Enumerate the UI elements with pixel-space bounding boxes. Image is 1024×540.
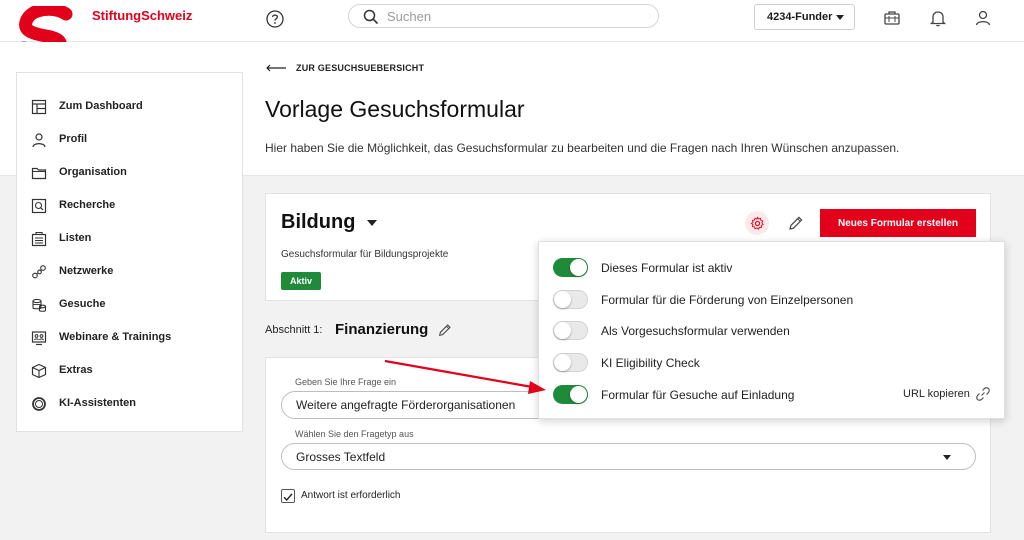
sidebar-item-ki-assistenten[interactable]: KI-Assistenten xyxy=(17,390,244,418)
sidebar-item-label: Organisation xyxy=(59,166,127,178)
page-description: Hier haben Sie die Möglichkeit, das Gesu… xyxy=(265,141,900,155)
user-icon xyxy=(32,133,46,148)
network-icon xyxy=(32,265,46,279)
sidebar-item-organisation[interactable]: Organisation xyxy=(17,159,244,187)
search-document-icon xyxy=(31,198,47,214)
account-selector[interactable]: 4234-Funder xyxy=(754,4,855,30)
setting-row-ki-check: KI Eligibility Check xyxy=(539,346,1006,376)
arrow-left-icon xyxy=(266,64,286,72)
sidebar-item-webinare[interactable]: Webinare & Trainings xyxy=(17,324,244,352)
sidebar-item-label: Webinare & Trainings xyxy=(59,331,172,343)
setting-label: Formular für Gesuche auf Einladung xyxy=(601,388,795,402)
setting-row-preapplication: Als Vorgesuchsformular verwenden xyxy=(539,314,1006,344)
edit-pencil-icon[interactable] xyxy=(787,214,805,232)
search-input[interactable] xyxy=(387,7,647,25)
required-checkbox-label: Antwort ist erforderlich xyxy=(301,490,401,501)
back-link[interactable]: ZUR GESUCHSUEBERSICHT xyxy=(265,63,424,73)
coins-icon xyxy=(32,298,47,312)
sidebar-item-label: Extras xyxy=(59,364,93,376)
setting-label: Dieses Formular ist aktiv xyxy=(601,261,733,275)
form-settings-panel: Dieses Formular ist aktiv Formular für d… xyxy=(538,241,1005,419)
section-prefix: Abschnitt 1: xyxy=(265,324,323,336)
link-icon[interactable] xyxy=(975,386,991,402)
checkmark-icon xyxy=(283,493,293,502)
toggle-preapplication[interactable] xyxy=(553,321,588,340)
user-icon[interactable] xyxy=(973,8,993,28)
sidebar-item-label: Gesuche xyxy=(59,298,106,310)
edit-pencil-icon[interactable] xyxy=(437,322,453,338)
question-input-value: Weitere angefragte Förderorganisationen xyxy=(296,398,516,412)
account-label: 4234-Funder xyxy=(767,11,833,23)
sidebar: Zum Dashboard Profil Organisation Recher… xyxy=(16,72,243,432)
sidebar-item-netzwerke[interactable]: Netzwerke xyxy=(17,258,244,286)
sidebar-item-label: Zum Dashboard xyxy=(59,100,143,112)
annotation-arrow-icon xyxy=(384,359,546,394)
webinar-icon xyxy=(31,331,47,346)
toggle-invitation[interactable] xyxy=(553,385,588,404)
setting-row-individuals: Formular für die Förderung von Einzelper… xyxy=(539,283,1006,313)
form-subtitle: Gesuchsformular für Bildungsprojekte xyxy=(281,249,449,260)
briefcase-icon[interactable] xyxy=(882,8,902,28)
search-bar[interactable] xyxy=(348,4,659,28)
back-link-label: ZUR GESUCHSUEBERSICHT xyxy=(296,63,425,73)
sidebar-item-label: Listen xyxy=(59,232,92,244)
copy-url-button[interactable]: URL kopieren xyxy=(903,388,970,400)
required-checkbox[interactable] xyxy=(281,489,295,503)
toggle-form-active[interactable] xyxy=(553,258,588,277)
setting-label: KI Eligibility Check xyxy=(601,356,700,370)
sidebar-item-label: Recherche xyxy=(59,199,116,211)
question-type-value: Grosses Textfeld xyxy=(296,449,386,464)
settings-button[interactable] xyxy=(745,211,769,235)
folder-icon xyxy=(31,167,47,180)
toggle-ki-eligibility[interactable] xyxy=(553,353,588,372)
setting-row-invitation: Formular für Gesuche auf Einladung URL k… xyxy=(539,378,1006,408)
setting-row-active: Dieses Formular ist aktiv xyxy=(539,251,1006,281)
bell-icon[interactable] xyxy=(928,8,948,28)
list-icon xyxy=(31,231,47,247)
page-title: Vorlage Gesuchsformular xyxy=(265,96,525,122)
setting-label: Als Vorgesuchsformular verwenden xyxy=(601,324,790,338)
form-name: Bildung xyxy=(281,211,356,233)
box-icon xyxy=(31,363,47,379)
sidebar-item-dashboard[interactable]: Zum Dashboard xyxy=(17,93,244,121)
gear-icon xyxy=(750,215,764,230)
new-form-button[interactable]: Neues Formular erstellen xyxy=(820,209,976,237)
sidebar-item-extras[interactable]: Extras xyxy=(17,357,244,385)
sidebar-item-label: Netzwerke xyxy=(59,265,114,277)
setting-label: Formular für die Förderung von Einzelper… xyxy=(601,293,854,307)
help-icon[interactable] xyxy=(265,9,285,29)
sidebar-item-gesuche[interactable]: Gesuche xyxy=(17,291,244,319)
ai-circle-icon xyxy=(32,397,46,411)
question-type-select[interactable]: Grosses Textfeld xyxy=(281,443,976,470)
sidebar-item-recherche[interactable]: Recherche xyxy=(17,192,244,220)
sidebar-item-profil[interactable]: Profil xyxy=(17,126,244,154)
sidebar-item-listen[interactable]: Listen xyxy=(17,225,244,253)
caret-down-icon xyxy=(943,455,951,460)
section-name: Finanzierung xyxy=(335,321,429,338)
top-bar: StiftungSchweiz 4234-Funder xyxy=(0,0,1024,58)
search-icon xyxy=(363,9,379,25)
chevron-down-icon xyxy=(836,15,844,20)
brand-name[interactable]: StiftungSchweiz xyxy=(92,8,192,23)
caret-down-icon xyxy=(367,219,378,226)
toggle-individuals[interactable] xyxy=(553,290,588,309)
sidebar-item-label: Profil xyxy=(59,133,88,145)
form-selector[interactable]: Bildung xyxy=(281,211,378,234)
dashboard-icon xyxy=(31,99,47,115)
status-badge: Aktiv xyxy=(281,272,321,290)
question-type-label: Wählen Sie den Fragetyp aus xyxy=(295,429,414,439)
sidebar-item-label: KI-Assistenten xyxy=(59,397,137,409)
